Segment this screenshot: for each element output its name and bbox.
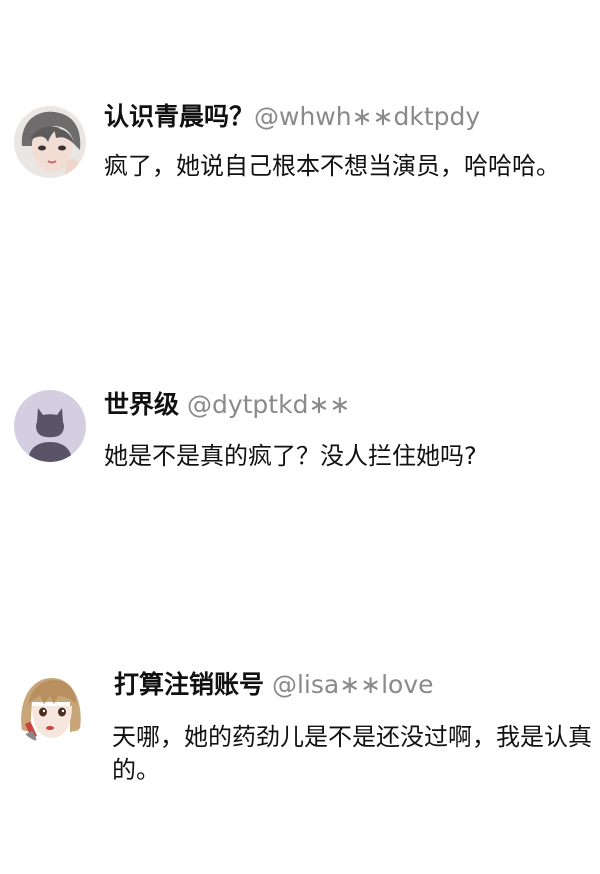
anime-boy-avatar-icon [14,106,86,178]
username[interactable]: 世界级 [104,390,179,419]
user-avatar[interactable] [14,672,86,744]
user-handle[interactable]: @dytptkd∗∗ [187,390,350,419]
username[interactable]: 认识青晨吗？ [104,102,254,131]
username[interactable]: 打算注销账号 [114,670,264,699]
user-avatar[interactable] [14,106,86,178]
cat-silhouette-avatar-icon [14,390,86,462]
comment-header: 打算注销账号 @lisa∗∗love [114,669,434,701]
anime-girl-lipstick-avatar-icon [14,672,86,744]
comment-header: 世界级 @dytptkd∗∗ [104,389,350,421]
comment-text: 天哪，她的药劲儿是不是还没过啊，我是认真的。 [112,723,592,784]
user-handle[interactable]: @lisa∗∗love [272,670,434,699]
user-handle[interactable]: @whwh∗∗dktpdy [254,102,480,131]
comment-text: 她是不是真的疯了？没人拦住她吗? [104,442,477,470]
comment-text: 疯了，她说自己根本不想当演员，哈哈哈。 [104,152,560,180]
user-avatar[interactable] [14,390,86,462]
comment-header: 认识青晨吗？@whwh∗∗dktpdy [104,101,480,133]
